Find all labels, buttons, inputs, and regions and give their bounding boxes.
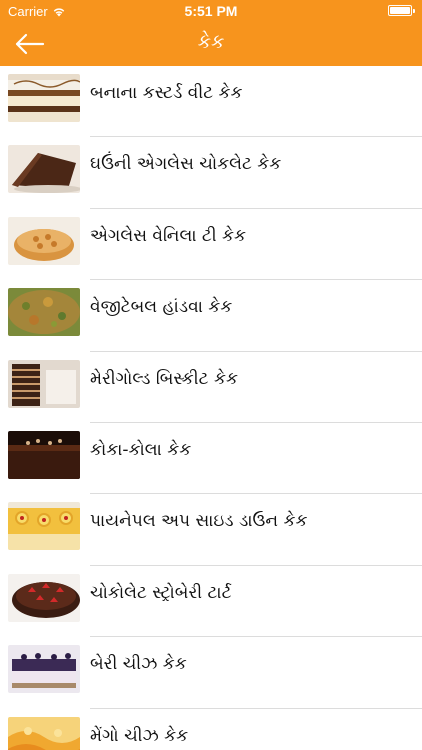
recipe-name: પાયનેપલ અપ સાઇડ ડાઉન કેક	[90, 511, 308, 532]
list-item[interactable]: ઘઉંની એગલેસ ચોકલેટ કેક	[0, 137, 422, 209]
clock: 5:51 PM	[184, 3, 238, 19]
list-item[interactable]: ચોકોલેટ સ્ટ્રોબેરી ટાર્ટ	[0, 566, 422, 638]
list-item[interactable]: બેરી ચીઝ કેક	[0, 637, 422, 709]
list-item[interactable]: કોકા-કોલા કેક	[0, 423, 422, 495]
page-title: કેક	[197, 31, 225, 53]
recipe-thumbnail	[8, 359, 80, 408]
list-item[interactable]: બનાના કસ્ટર્ડ વીટ કેક	[0, 66, 422, 138]
recipe-thumbnail	[8, 216, 80, 265]
recipe-name: બેરી ચીઝ કેક	[90, 654, 187, 675]
list-item[interactable]: મેંગો ચીઝ કેક	[0, 709, 422, 750]
recipe-thumbnail	[8, 288, 80, 337]
recipe-name: વેજીટેબલ હાંડવા કેક	[90, 297, 233, 318]
list-item[interactable]: વેજીટેબલ હાંડવા કેક	[0, 280, 422, 352]
list-item[interactable]: મેરીગોલ્ડ બિસ્કીટ કેક	[0, 352, 422, 423]
recipe-thumbnail	[8, 716, 80, 750]
nav-bar: કેક	[0, 22, 422, 66]
status-bar: Carrier 5:51 PM	[0, 0, 422, 22]
recipe-thumbnail	[8, 573, 80, 622]
recipe-name: ચોકોલેટ સ્ટ્રોબેરી ટાર્ટ	[90, 582, 232, 603]
recipe-name: મેરીગોલ્ડ બિસ્કીટ કેક	[90, 368, 238, 389]
recipe-name: ઘઉંની એગલેસ ચોકલેટ કેક	[90, 154, 282, 175]
recipe-list: બનાના કસ્ટર્ડ વીટ કેક ઘઉંની એગલેસ ચોકલેટ…	[0, 66, 422, 750]
battery-icon	[388, 5, 415, 16]
recipe-name: બનાના કસ્ટર્ડ વીટ કેક	[90, 83, 243, 103]
list-item[interactable]: પાયનેપલ અપ સાઇડ ડાઉન કેક	[0, 494, 422, 566]
arrow-left-icon[interactable]	[14, 32, 46, 56]
recipe-name: એગલેસ વેનિલા ટી કેક	[90, 225, 247, 246]
recipe-thumbnail	[8, 645, 80, 694]
battery-fill	[390, 7, 410, 14]
list-item[interactable]: એગલેસ વેનિલા ટી કેક	[0, 209, 422, 281]
recipe-thumbnail	[8, 502, 80, 551]
recipe-name: કોકા-કોલા કેક	[90, 439, 192, 460]
recipe-thumbnail	[8, 430, 80, 479]
recipe-thumbnail	[8, 74, 80, 122]
recipe-thumbnail	[8, 145, 80, 194]
recipe-name: મેંગો ચીઝ કેક	[90, 725, 189, 746]
